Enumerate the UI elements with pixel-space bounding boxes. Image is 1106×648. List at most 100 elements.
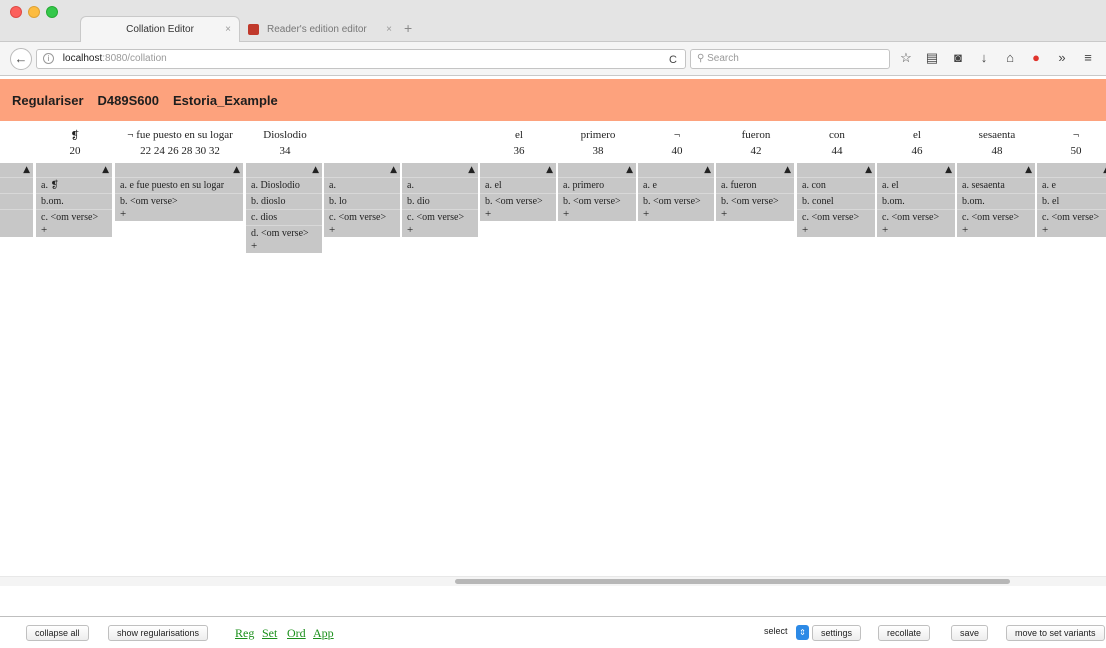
variant-box[interactable]: ▲ a. b. lo c. <om verse> + <box>324 163 400 237</box>
show-regularisations-button[interactable]: show regularisations <box>108 625 209 641</box>
window-close-button[interactable] <box>10 6 22 18</box>
add-reading-button[interactable]: + <box>115 209 243 221</box>
variant-reading[interactable]: c. <om verse> <box>797 209 875 225</box>
link-app[interactable]: App <box>313 626 334 641</box>
variant-box[interactable]: ▲. rse> <box>0 163 33 237</box>
variant-reading[interactable]: rse> <box>0 209 33 225</box>
settings-button[interactable]: settings <box>812 625 862 641</box>
add-reading-button[interactable]: + <box>1037 225 1106 237</box>
url-bar[interactable]: i localhost:8080/collation C <box>36 49 686 69</box>
download-icon[interactable]: ↓ <box>976 50 992 66</box>
variant-reading[interactable]: c. <om verse> <box>1037 209 1106 225</box>
save-button[interactable]: save <box>951 625 989 641</box>
variant-reading[interactable]: c. <om verse> <box>324 209 400 225</box>
collapse-triangle-icon[interactable]: ▲ <box>1025 165 1032 175</box>
variant-box[interactable]: ▲ a. el b. <om verse> + <box>480 163 556 221</box>
variant-box[interactable]: ▲ a. primero b. <om verse> + <box>558 163 636 221</box>
variant-box[interactable]: ▲ a. e fue puesto en su logar b. <om verse… <box>115 163 243 221</box>
window-minimize-button[interactable] <box>28 6 40 18</box>
variant-reading[interactable]: a. primero <box>558 177 636 193</box>
link-set[interactable]: Set <box>262 626 277 641</box>
collapse-all-button[interactable]: collapse all <box>26 625 89 641</box>
variant-reading[interactable]: b. dioslo <box>246 193 322 209</box>
menu-icon[interactable]: ≡ <box>1080 50 1096 66</box>
close-icon[interactable]: × <box>225 24 231 35</box>
recollate-button[interactable]: recollate <box>878 625 931 641</box>
variant-reading[interactable]: b. dio <box>402 193 478 209</box>
variant-box[interactable]: ▲ a. el b.om. c. <om verse> + <box>877 163 955 237</box>
variant-reading[interactable]: a. e fue puesto en su logar <box>115 177 243 193</box>
variant-reading[interactable]: b. <om verse> <box>716 193 794 209</box>
variant-reading[interactable]: b. <om verse> <box>480 193 556 209</box>
collapse-triangle-icon[interactable]: ▲ <box>784 165 791 175</box>
collapse-triangle-icon[interactable]: ▲ <box>312 165 319 175</box>
variant-reading[interactable]: a. Dioslodio <box>246 177 322 193</box>
variant-box[interactable]: ▲ a. ❡ b.om. c. <om verse> + <box>36 163 112 237</box>
variant-reading[interactable]: a. <box>402 177 478 193</box>
add-reading-button[interactable]: + <box>877 225 955 237</box>
tab-collation-editor[interactable]: Collation Editor × <box>80 16 240 42</box>
close-icon[interactable]: × <box>386 24 392 35</box>
star-icon[interactable]: ☆ <box>898 50 914 66</box>
reload-icon[interactable]: C <box>669 51 677 69</box>
select-stepper[interactable]: ⇕ <box>796 625 809 640</box>
variant-reading[interactable]: a. <box>324 177 400 193</box>
variant-box[interactable]: ▲a. eb. elc. <om verse>+ <box>1037 163 1106 237</box>
add-reading-button[interactable]: + <box>480 209 556 221</box>
variant-box[interactable]: ▲ a. sesaenta b.om. c. <om verse> + <box>957 163 1035 237</box>
home-icon[interactable]: ⌂ <box>1002 50 1018 66</box>
collapse-triangle-icon[interactable]: ▲ <box>23 165 30 175</box>
collapse-triangle-icon[interactable]: ▲ <box>233 165 240 175</box>
window-zoom-button[interactable] <box>46 6 58 18</box>
variant-reading[interactable]: c. <om verse> <box>402 209 478 225</box>
back-button[interactable]: ← <box>10 48 32 70</box>
variant-reading[interactable]: b. el <box>1037 193 1106 209</box>
variant-box[interactable]: ▲ a. con b. conel c. <om verse> + <box>797 163 875 237</box>
add-reading-button[interactable] <box>0 225 33 237</box>
variant-reading[interactable]: a. e <box>1037 177 1106 193</box>
variant-box[interactable]: ▲ a. b. dio c. <om verse> + <box>402 163 478 237</box>
add-reading-button[interactable]: + <box>797 225 875 237</box>
variant-reading[interactable]: a. ❡ <box>36 177 112 193</box>
variant-reading[interactable]: b. conel <box>797 193 875 209</box>
variant-box[interactable]: ▲ a. Dioslodio b. dioslo c. dios d. <om vers… <box>246 163 322 253</box>
variant-box[interactable]: ▲ a. fueron b. <om verse> + <box>716 163 794 221</box>
variant-reading[interactable]: c. <om verse> <box>877 209 955 225</box>
extension-icon[interactable]: » <box>1054 50 1070 66</box>
variant-reading[interactable]: a. sesaenta <box>957 177 1035 193</box>
adblock-icon[interactable]: ● <box>1028 50 1044 66</box>
variant-reading[interactable]: a. el <box>480 177 556 193</box>
collapse-triangle-icon[interactable]: ▲ <box>704 165 711 175</box>
tab-readers-edition-editor[interactable]: Reader's edition editor × <box>248 16 398 42</box>
variant-reading[interactable] <box>0 193 33 209</box>
collapse-triangle-icon[interactable]: ▲ <box>865 165 872 175</box>
variant-reading[interactable]: b. lo <box>324 193 400 209</box>
variant-reading[interactable]: b. <om verse> <box>558 193 636 209</box>
variant-reading[interactable]: c. dios <box>246 209 322 225</box>
scrollbar-thumb[interactable] <box>455 579 1010 584</box>
variant-box[interactable]: ▲ a. e b. <om verse> + <box>638 163 714 221</box>
add-reading-button[interactable]: + <box>246 241 322 253</box>
collapse-triangle-icon[interactable]: ▲ <box>390 165 397 175</box>
move-to-set-variants-button[interactable]: move to set variants <box>1006 625 1105 641</box>
add-reading-button[interactable]: + <box>558 209 636 221</box>
horizontal-scrollbar[interactable] <box>0 576 1106 586</box>
variant-reading[interactable]: b. <om verse> <box>638 193 714 209</box>
add-reading-button[interactable]: + <box>638 209 714 221</box>
reader-icon[interactable]: ▤ <box>924 50 940 66</box>
add-reading-button[interactable]: + <box>324 225 400 237</box>
variant-reading[interactable]: a. con <box>797 177 875 193</box>
collapse-triangle-icon[interactable]: ▲ <box>468 165 475 175</box>
variant-reading[interactable]: c. <om verse> <box>36 209 112 225</box>
variant-reading[interactable]: a. e <box>638 177 714 193</box>
variant-reading[interactable]: . <box>0 177 33 193</box>
pocket-icon[interactable]: ◙ <box>950 50 966 66</box>
add-reading-button[interactable]: + <box>36 225 112 237</box>
add-reading-button[interactable]: + <box>957 225 1035 237</box>
variant-reading[interactable]: b.om. <box>957 193 1035 209</box>
info-icon[interactable]: i <box>43 53 54 64</box>
variant-reading[interactable]: d. <om verse> <box>246 225 322 241</box>
collapse-triangle-icon[interactable]: ▲ <box>626 165 633 175</box>
collapse-triangle-icon[interactable]: ▲ <box>546 165 553 175</box>
add-reading-button[interactable]: + <box>716 209 794 221</box>
